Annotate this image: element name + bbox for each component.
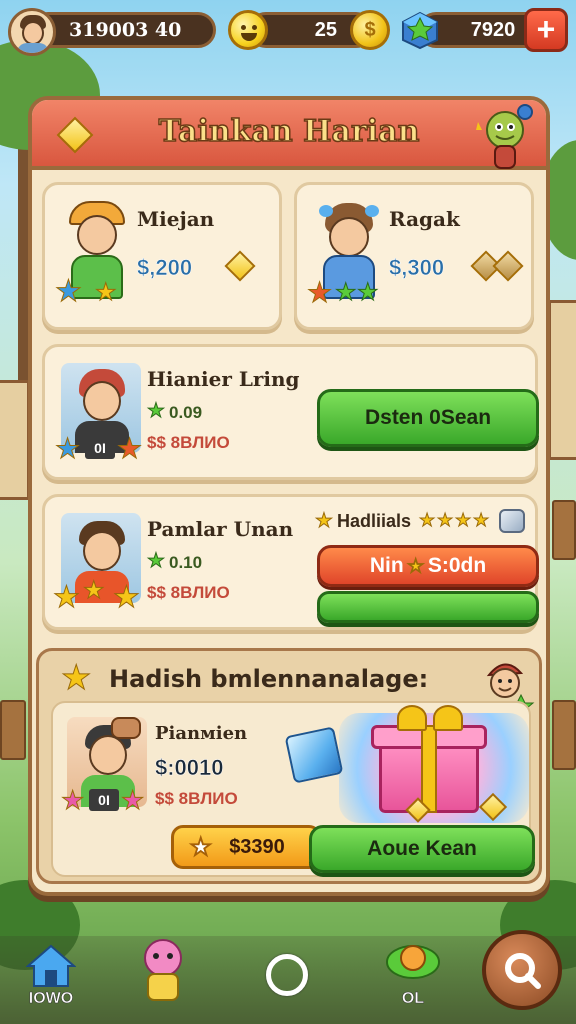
offer-secondary-button[interactable]	[317, 591, 539, 623]
character-badge: 0I	[89, 789, 119, 811]
pink-star-icon: ★	[120, 785, 145, 815]
green-star-icon: ★	[357, 279, 379, 306]
blue-star-icon: ★	[55, 275, 83, 308]
special-offer-section: ★ Hadish bmlennanalage: ★ 0I ★ Pianмien …	[36, 648, 542, 884]
player-score-pill: 319003 40	[30, 12, 216, 48]
yellow-gem-icon	[224, 250, 256, 282]
offer-card-pamlar: ★ ★ ★ Pamlar Unan ★ 0.10 $$ 8BЛИО ★ Hadl…	[42, 494, 539, 630]
green-star-icon: ★	[147, 550, 166, 572]
red-star-icon: ★	[116, 433, 143, 464]
character-card-ragak[interactable]: ★ ★ ★ Ragak $,300	[294, 182, 534, 330]
special-action-button[interactable]: Aoue Kean	[309, 825, 535, 873]
search-button[interactable]	[482, 930, 562, 1010]
rating-star-icon: ★	[418, 510, 436, 530]
offer-stat: 0.09	[169, 403, 203, 422]
gold-star-icon: ★	[83, 577, 105, 604]
pink-creature-icon	[144, 939, 182, 1001]
character-avatar: ★ ★	[53, 199, 139, 309]
rating-row: ★ Hadliials ★ ★ ★ ★	[315, 509, 537, 535]
player-score: 319003 40	[69, 19, 182, 41]
offer-buy-label: Nin	[369, 554, 404, 577]
gift-ribbon	[421, 725, 437, 813]
special-subprice: $$ 8BЛИО	[155, 789, 238, 808]
green-star-icon: ★	[335, 279, 357, 306]
gift-bow-left	[397, 705, 427, 731]
character-price: $,300	[389, 255, 445, 281]
offer-subprice: $$ 8BЛИО	[147, 433, 230, 452]
gold-star-icon: ★	[407, 556, 424, 576]
search-icon	[505, 953, 541, 989]
gems-value: 7920	[470, 18, 516, 41]
flower-icon	[386, 945, 440, 979]
rating-star-icon: ★	[472, 510, 490, 530]
ring-icon	[266, 954, 308, 996]
red-star-icon: ★	[306, 277, 333, 308]
white-star-icon: ★	[190, 834, 212, 861]
nav-shop[interactable]: ОL	[378, 944, 448, 1008]
special-price: $:0010	[155, 755, 224, 781]
character-name: Miejan	[137, 207, 215, 231]
daily-panel: Tainkan Harian ★ ★ Miejan $,200 ★ ★ ★ Ra…	[28, 96, 550, 896]
gold-coin-icon: $	[350, 10, 390, 50]
character-badge: 0I	[85, 437, 115, 459]
nav-home-label: IOWO	[28, 990, 74, 1008]
nav-shop-label: ОL	[401, 990, 425, 1008]
bottom-navigation: IOWO ОL	[0, 930, 576, 1024]
character-name: Ragak	[389, 207, 460, 231]
gem-cube-icon	[402, 11, 438, 50]
rating-star-icon: ★	[454, 510, 472, 530]
character-avatar: ★ ★ ★	[305, 199, 391, 309]
offer-card-hianier: ★ 0I ★ Hianier Lring ★ 0.09 $$ 8BЛИО Dst…	[42, 344, 539, 480]
offer-stat: 0.10	[169, 553, 203, 572]
offer-buy-button[interactable]: Nin ★ S:0dn	[317, 545, 539, 587]
special-character-name: Pianмien	[155, 723, 248, 744]
nav-home[interactable]: IOWO	[16, 944, 86, 1008]
nav-center[interactable]	[252, 944, 322, 1008]
panel-header: Tainkan Harian	[32, 100, 546, 170]
pink-star-icon: ★	[60, 785, 85, 815]
coins-value: 25	[314, 18, 337, 41]
character-card-miejan[interactable]: ★ ★ Miejan $,200	[42, 182, 282, 330]
gold-star-badge-icon: ★	[60, 659, 92, 697]
nav-characters[interactable]	[128, 939, 198, 1008]
rating-label: Hadliials	[337, 511, 412, 531]
offer-subprice: $$ 8BЛИО	[147, 583, 230, 602]
rating-star-icon: ★	[436, 510, 454, 530]
ice-cube-icon	[284, 726, 344, 784]
gold-star-icon: ★	[113, 581, 141, 614]
goblin-mascot-icon	[476, 104, 533, 169]
smiley-coin-icon	[228, 10, 268, 50]
offer-name: Pamlar Unan	[147, 517, 294, 541]
special-offer-title: Hadish bmlennanalage:	[109, 665, 429, 693]
gold-star-icon: ★	[95, 279, 117, 306]
character-price: $,200	[137, 255, 193, 281]
special-price-pill[interactable]: ★ $3390	[171, 825, 321, 869]
silver-ore-icon	[499, 509, 525, 533]
special-price-pill-value: $3390	[229, 835, 285, 858]
offer-action-button[interactable]: Dsten 0Sean	[317, 389, 539, 447]
add-gems-button[interactable]: +	[524, 8, 568, 52]
player-avatar[interactable]	[8, 8, 56, 56]
top-bar: 319003 40 25 $ 7920 +	[8, 8, 568, 56]
blue-star-icon: ★	[54, 433, 81, 464]
gift-bow-right	[433, 705, 463, 731]
home-icon	[26, 944, 76, 987]
gold-star-icon: ★	[315, 510, 334, 532]
offer-buy-value: S:0dn	[427, 554, 487, 577]
offer-name: Hianier Lring	[147, 367, 300, 391]
gold-star-icon: ★	[53, 581, 81, 614]
green-star-icon: ★	[147, 400, 166, 422]
gold-nugget-icon	[492, 250, 524, 282]
